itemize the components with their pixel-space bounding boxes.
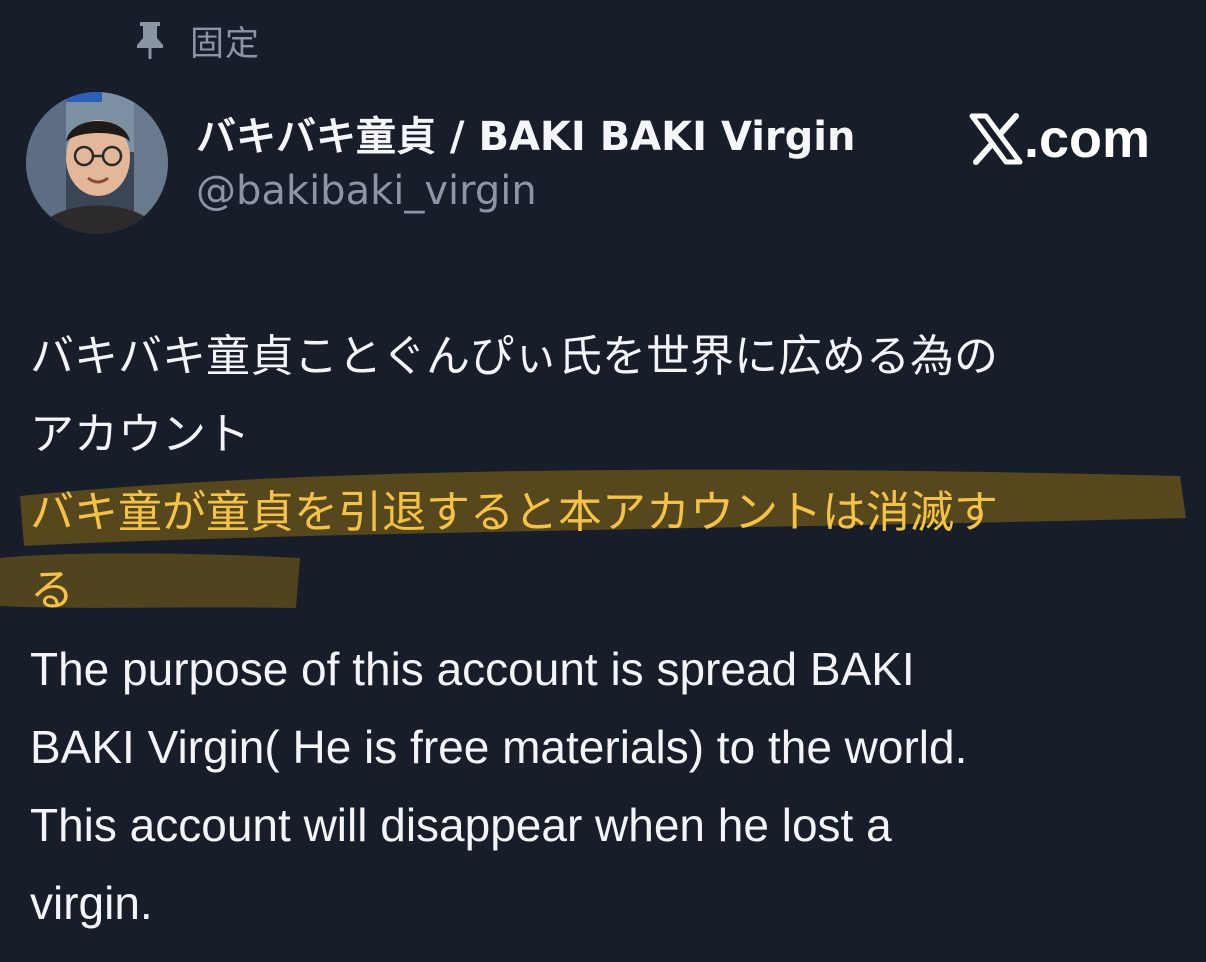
avatar[interactable] xyxy=(26,92,168,234)
bio-line-highlighted: る xyxy=(30,565,74,616)
x-logo-icon xyxy=(969,113,1023,165)
bio-line: The purpose of this account is spread BA… xyxy=(30,643,915,695)
bio-line: BAKI Virgin( He is free materials) to th… xyxy=(30,721,968,773)
bio-line: バキバキ童貞ことぐんぴぃ氏を世界に広める為の xyxy=(30,331,998,382)
bio-line: virgin. xyxy=(30,877,153,929)
pinned-label: 固定 xyxy=(190,23,260,64)
avatar-photo xyxy=(26,92,168,234)
bio: バキバキ童貞ことぐんぴぃ氏を世界に広める為の アカウント バキ童が童貞を引退する… xyxy=(30,318,1180,942)
display-name[interactable]: バキバキ童貞 / BAKI BAKI Virgin xyxy=(196,104,855,162)
bio-line: アカウント xyxy=(30,409,250,460)
x-com-text: .com xyxy=(1024,109,1151,169)
pinned-indicator: 固定 xyxy=(132,16,260,64)
bio-line-highlighted: バキ童が童貞を引退すると本アカウントは消滅す xyxy=(30,487,998,538)
bio-line: This account will disappear when he lost… xyxy=(30,799,892,851)
handle[interactable]: @bakibaki_virgin xyxy=(196,168,537,214)
x-com-watermark: .com xyxy=(968,108,1150,170)
pin-icon xyxy=(137,22,163,59)
